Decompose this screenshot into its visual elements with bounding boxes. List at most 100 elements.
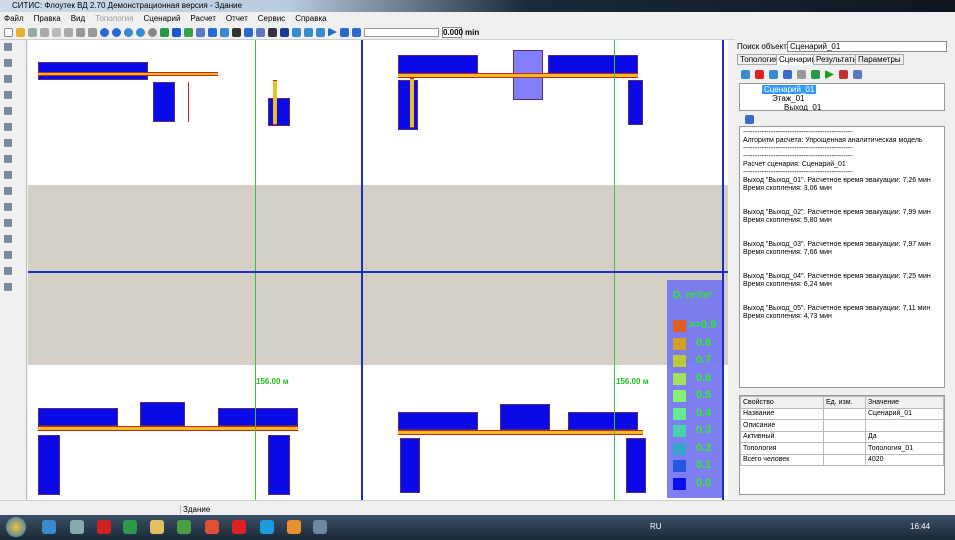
- copy-scenario-icon[interactable]: [769, 70, 778, 79]
- paste-icon[interactable]: [64, 27, 73, 37]
- property-row[interactable]: Топология Топология_01: [740, 442, 944, 455]
- align-icon[interactable]: [4, 235, 12, 243]
- property-cell[interactable]: Топология_01: [865, 442, 944, 455]
- tab-topology[interactable]: Топология: [737, 54, 782, 65]
- drawing-canvas[interactable]: 156.00 м 156.00 м: [28, 40, 728, 500]
- select-icon[interactable]: [4, 43, 12, 51]
- text-icon[interactable]: [208, 27, 217, 37]
- viewport-divider-vertical[interactable]: [361, 40, 363, 500]
- floor-icon[interactable]: [4, 267, 12, 275]
- tab-results[interactable]: Результаты: [813, 54, 862, 65]
- property-row[interactable]: Название Сценарий_01: [740, 407, 944, 420]
- menu-calculation[interactable]: Расчет: [190, 14, 215, 23]
- report-icon[interactable]: [853, 70, 862, 79]
- window-icon[interactable]: [4, 123, 12, 131]
- delete-icon[interactable]: [76, 27, 85, 37]
- stair-icon[interactable]: [4, 107, 12, 115]
- shield-icon[interactable]: [797, 70, 806, 79]
- menu-service[interactable]: Сервис: [258, 14, 285, 23]
- app-icon[interactable]: [205, 520, 219, 534]
- pan-icon[interactable]: [136, 27, 145, 37]
- shield-icon[interactable]: [256, 27, 265, 37]
- flowtech-icon[interactable]: [287, 520, 301, 534]
- menu-edit[interactable]: Правка: [34, 14, 61, 23]
- property-cell[interactable]: Сценарий_01: [865, 407, 944, 420]
- measure-icon[interactable]: [4, 187, 12, 195]
- explorer-icon[interactable]: [150, 520, 164, 534]
- view-icon[interactable]: [184, 27, 193, 37]
- refresh-icon[interactable]: [745, 115, 754, 124]
- sphere-icon[interactable]: [148, 27, 157, 37]
- tab-parameters[interactable]: Параметры: [855, 54, 904, 65]
- chrome-icon[interactable]: [123, 520, 137, 534]
- menu-file[interactable]: Файл: [4, 14, 24, 23]
- zoom-in-icon[interactable]: [100, 27, 109, 37]
- room-icon[interactable]: [4, 75, 12, 83]
- ie-icon[interactable]: [42, 520, 56, 534]
- menu-report[interactable]: Отчет: [226, 14, 248, 23]
- undo-icon[interactable]: [88, 27, 97, 37]
- language-indicator[interactable]: RU: [650, 522, 662, 531]
- save-icon[interactable]: [28, 27, 37, 37]
- tree-item-floor[interactable]: Этаж_01: [772, 94, 804, 103]
- run-icon[interactable]: [825, 70, 834, 79]
- yandex-icon[interactable]: [232, 520, 246, 534]
- group-icon[interactable]: [4, 251, 12, 259]
- route-icon[interactable]: [811, 70, 820, 79]
- property-cell[interactable]: Да: [865, 430, 944, 443]
- app2-icon[interactable]: [313, 520, 327, 534]
- node-icon[interactable]: [4, 155, 12, 163]
- font-icon[interactable]: [232, 27, 241, 37]
- property-cell[interactable]: [865, 419, 944, 432]
- line-icon[interactable]: [220, 27, 229, 37]
- play-icon[interactable]: [328, 27, 337, 37]
- search-input[interactable]: Сценарий_01: [787, 41, 947, 52]
- wall-icon[interactable]: [4, 59, 12, 67]
- property-row[interactable]: Всего человек 4020: [740, 453, 944, 466]
- axis-icon[interactable]: [304, 27, 313, 37]
- col-property[interactable]: Свойство: [740, 396, 824, 409]
- layers-icon[interactable]: [160, 27, 169, 37]
- menu-view[interactable]: Вид: [71, 14, 85, 23]
- 3d-icon[interactable]: [172, 27, 181, 37]
- col-unit[interactable]: Ед. изм.: [823, 396, 866, 409]
- menu-scenario[interactable]: Сценарий: [143, 14, 180, 23]
- exit-icon[interactable]: [4, 139, 12, 147]
- utorrent-icon[interactable]: [177, 520, 191, 534]
- edit-icon[interactable]: [783, 70, 792, 79]
- copy-icon[interactable]: [40, 27, 49, 37]
- add-scenario-icon[interactable]: [741, 70, 750, 79]
- skype-icon[interactable]: [260, 520, 274, 534]
- open-icon[interactable]: [16, 27, 25, 37]
- delete-icon[interactable]: [755, 70, 764, 79]
- tree-item-exit[interactable]: Выход_01: [784, 103, 821, 111]
- menu-help[interactable]: Справка: [295, 14, 326, 23]
- person-icon[interactable]: [244, 27, 253, 37]
- clock[interactable]: 16:44: [910, 522, 930, 531]
- zoom-out-icon[interactable]: [112, 27, 121, 37]
- door-icon[interactable]: [4, 91, 12, 99]
- property-row[interactable]: Описание: [740, 419, 944, 432]
- forward-icon[interactable]: [352, 27, 361, 37]
- move-icon[interactable]: [292, 27, 301, 37]
- time-slider[interactable]: [364, 27, 439, 37]
- grid-view-icon[interactable]: [280, 27, 289, 37]
- media-icon[interactable]: [70, 520, 84, 534]
- building-icon[interactable]: [4, 283, 12, 291]
- viewport-divider-horizontal[interactable]: [28, 271, 728, 273]
- rotate-icon[interactable]: [4, 203, 12, 211]
- rewind-icon[interactable]: [340, 27, 349, 37]
- table-icon[interactable]: [268, 27, 277, 37]
- time-input[interactable]: 0.000: [442, 26, 463, 38]
- menu-topology[interactable]: Топология: [95, 14, 133, 23]
- stop-icon[interactable]: [839, 70, 848, 79]
- opera-icon[interactable]: [97, 520, 111, 534]
- property-row[interactable]: Активный Да: [740, 430, 944, 443]
- mirror-icon[interactable]: [4, 219, 12, 227]
- start-button[interactable]: [6, 517, 26, 537]
- property-cell[interactable]: 4020: [865, 453, 944, 466]
- grid-icon[interactable]: [52, 27, 61, 37]
- zoom-fit-icon[interactable]: [124, 27, 133, 37]
- edge-icon[interactable]: [4, 171, 12, 179]
- col-value[interactable]: Значение: [865, 396, 944, 409]
